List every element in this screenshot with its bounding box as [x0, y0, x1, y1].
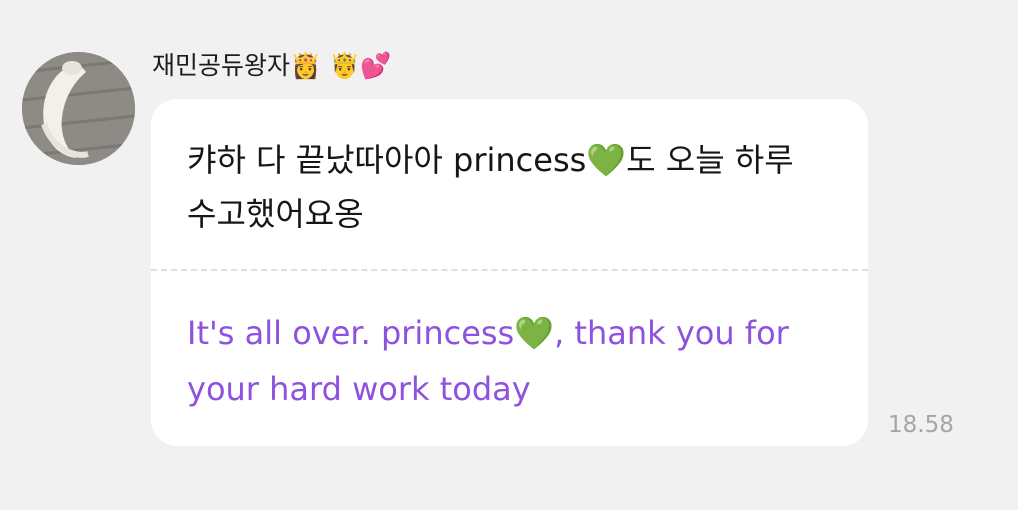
- message-bubble[interactable]: 캬하 다 끝났따아아 princess💚도 오늘 하루 수고했어요옹 It's …: [151, 99, 868, 446]
- translation-divider: [151, 269, 868, 271]
- avatar[interactable]: [22, 52, 135, 165]
- message-timestamp: 18.58: [888, 412, 954, 438]
- message-original-text: 캬하 다 끝났따아아 princess💚도 오늘 하루 수고했어요옹: [187, 141, 794, 233]
- message-translated-text: It's all over. princess💚, thank you for …: [187, 314, 789, 408]
- sender-name: 재민공듀왕자👸 🤴💕: [152, 51, 392, 80]
- cat-photo-icon: [22, 52, 135, 165]
